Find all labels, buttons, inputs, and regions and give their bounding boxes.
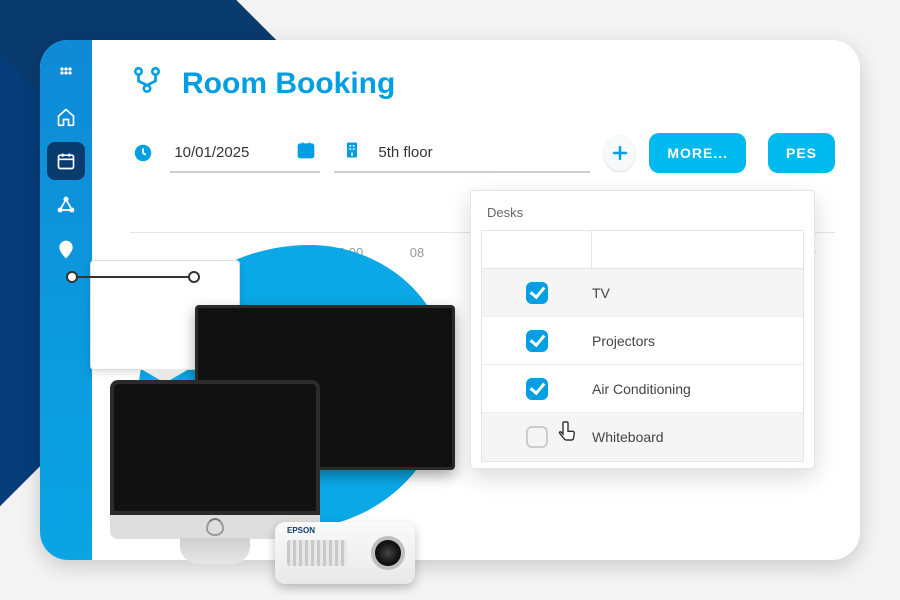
- page-title: Room Booking: [182, 67, 395, 101]
- desk-table-header: [482, 231, 803, 269]
- apps-icon[interactable]: [47, 54, 85, 92]
- projector-brand: EPSON: [287, 526, 315, 535]
- projector-illustration: EPSON: [275, 522, 415, 584]
- calendar-picker-icon[interactable]: [296, 140, 316, 164]
- room-booking-icon: [130, 64, 164, 103]
- desk-row-label: Air Conditioning: [592, 381, 691, 397]
- add-button[interactable]: [604, 135, 636, 171]
- connector-line: [75, 276, 195, 278]
- page-heading: Room Booking: [130, 64, 395, 103]
- secondary-button[interactable]: PES: [768, 133, 835, 173]
- connector-dot: [66, 271, 78, 283]
- floor-field[interactable]: 5th floor: [334, 133, 589, 173]
- desk-row-label: Projectors: [592, 333, 655, 349]
- desk-row-tv[interactable]: TV: [482, 269, 803, 317]
- devices-illustration: EPSON: [100, 240, 470, 550]
- checkbox-icon[interactable]: [526, 378, 548, 400]
- app-card: Room Booking 10/01/2025 5th floor MORE..…: [40, 40, 860, 560]
- clock-icon: [130, 138, 156, 168]
- network-icon[interactable]: [47, 186, 85, 224]
- checkbox-icon[interactable]: [526, 282, 548, 304]
- map-pin-icon[interactable]: [47, 230, 85, 268]
- filter-bar: 10/01/2025 5th floor MORE... PES: [130, 130, 835, 176]
- date-field[interactable]: 10/01/2025: [170, 133, 320, 173]
- building-icon: [342, 140, 362, 164]
- checkbox-icon[interactable]: [526, 330, 548, 352]
- calendar-icon[interactable]: [47, 142, 85, 180]
- date-value: 10/01/2025: [174, 144, 249, 161]
- floor-value: 5th floor: [378, 144, 432, 161]
- cursor-icon: [556, 420, 580, 451]
- home-icon[interactable]: [47, 98, 85, 136]
- sidebar: [40, 40, 92, 560]
- desk-row-airconditioning[interactable]: Air Conditioning: [482, 365, 803, 413]
- desk-table: TV Projectors Air Conditioning Whiteboar…: [481, 230, 804, 462]
- desk-row-label: Whiteboard: [592, 429, 664, 445]
- desk-row-label: TV: [592, 285, 610, 301]
- more-button[interactable]: MORE...: [649, 133, 746, 173]
- connector-dot: [188, 271, 200, 283]
- desk-row-projectors[interactable]: Projectors: [482, 317, 803, 365]
- checkbox-icon[interactable]: [526, 426, 548, 448]
- desk-filter-panel: Desks TV Projectors Air Conditioning Whi…: [470, 190, 815, 469]
- desk-panel-title: Desks: [471, 191, 814, 230]
- desk-row-whiteboard[interactable]: Whiteboard: [482, 413, 803, 461]
